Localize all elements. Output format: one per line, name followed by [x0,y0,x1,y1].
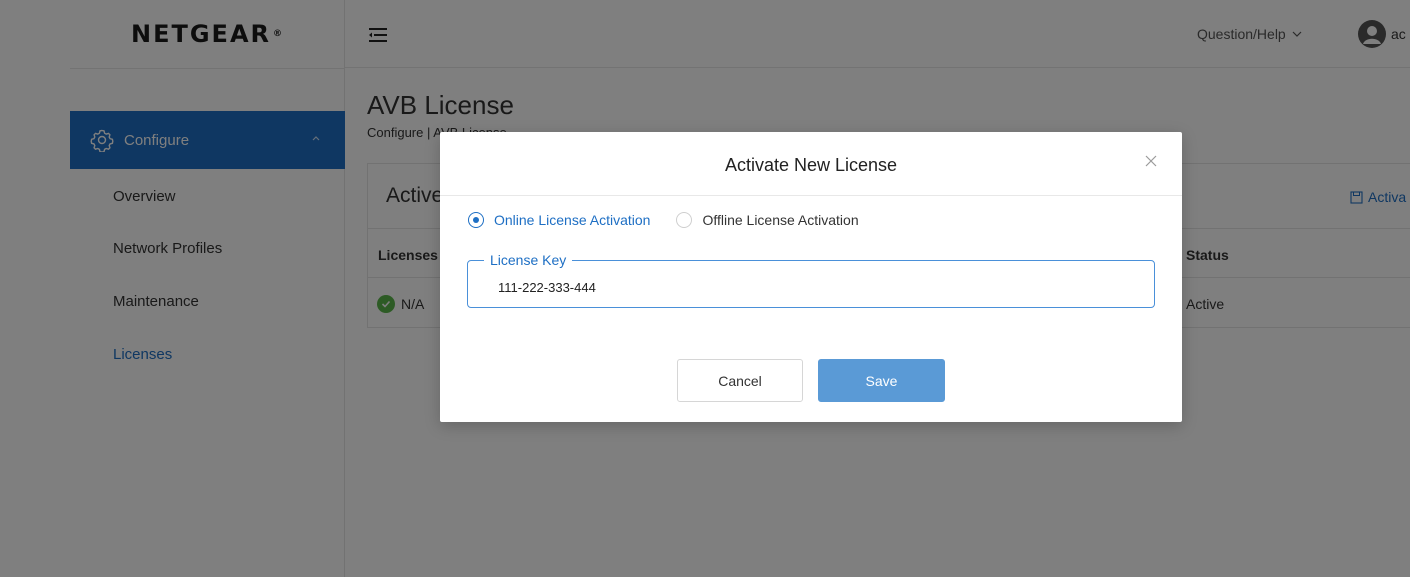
radio-unchecked-icon [676,212,693,228]
radio-offline-activation[interactable]: Offline License Activation [676,212,859,228]
radio-online-activation[interactable]: Online License Activation [468,212,650,228]
radio-offline-label: Offline License Activation [702,212,859,228]
radio-online-label: Online License Activation [494,212,651,228]
license-key-label: License Key [484,252,573,268]
license-key-input[interactable] [498,277,1138,297]
license-key-field: License Key [467,252,1155,308]
modal-header: Activate New License [440,132,1182,196]
cancel-button[interactable]: Cancel [677,359,803,402]
save-button[interactable]: Save [818,359,945,402]
activate-license-modal: Activate New License Online License Acti… [440,132,1182,422]
radio-checked-icon [468,212,484,228]
activation-mode-group: Online License Activation Offline Licens… [468,212,885,228]
close-icon[interactable] [1144,154,1158,168]
modal-title: Activate New License [724,155,898,175]
